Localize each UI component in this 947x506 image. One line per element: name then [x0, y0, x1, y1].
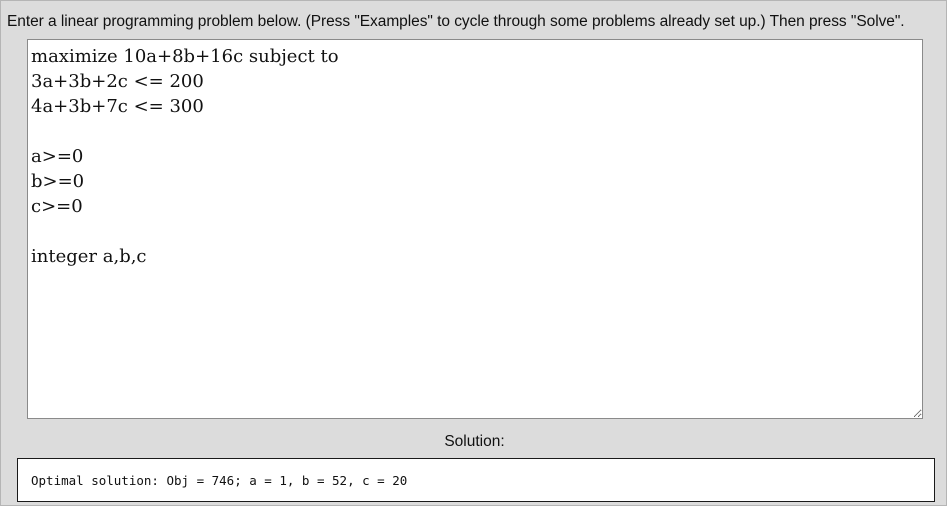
solution-text: Optimal solution: Obj = 746; a = 1, b = … — [31, 472, 408, 488]
instructions-text: Enter a linear programming problem below… — [7, 13, 905, 30]
lp-solver-panel: Enter a linear programming problem below… — [0, 0, 947, 506]
solution-label: Solution: — [444, 433, 505, 450]
solution-output: Optimal solution: Obj = 746; a = 1, b = … — [17, 458, 935, 502]
problem-input[interactable] — [27, 39, 923, 419]
